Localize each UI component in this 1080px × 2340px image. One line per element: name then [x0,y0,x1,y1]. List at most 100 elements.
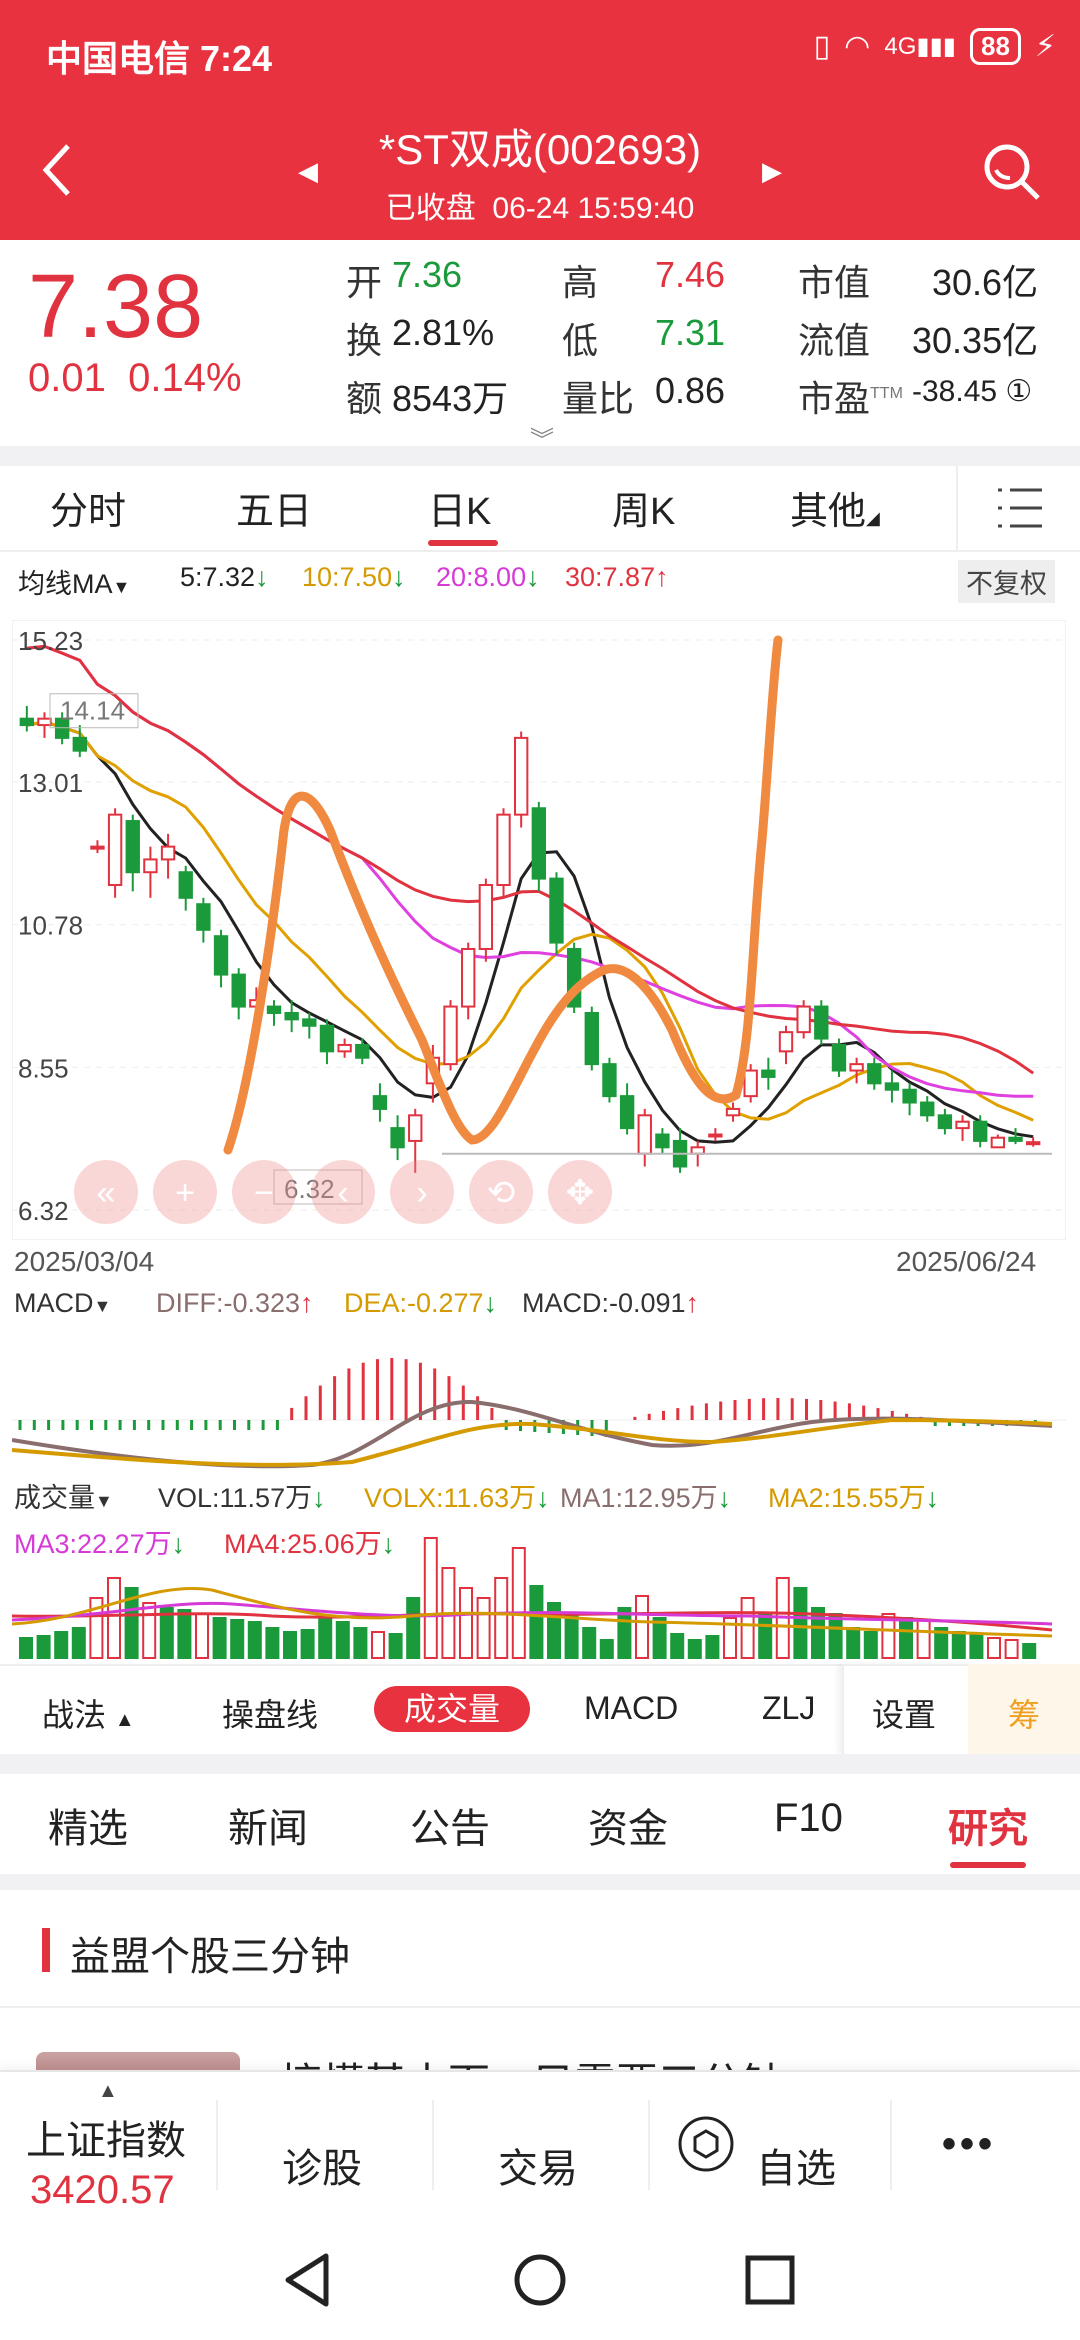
volume-bar [19,1637,33,1659]
float-value: 30.35亿 [912,320,1039,361]
index-value[interactable]: 3420.57 [30,2168,175,2213]
more-icon[interactable]: ••• [942,2122,996,2167]
divider [216,2100,218,2190]
candle [390,1127,405,1149]
ma30-value: 30:7.87↑ [565,562,669,592]
market-status: 已收盘 06-24 15:59:40 [385,192,695,225]
zoom-out-icon[interactable]: − [232,1160,296,1224]
nav-watchlist[interactable]: 自选 [756,2136,836,2194]
info-icon[interactable]: ① [997,375,1032,408]
zoom-in-icon[interactable]: + [153,1160,217,1224]
macd-diff-line [12,1399,1053,1469]
tab-announcements[interactable]: 公告 [410,1796,490,1854]
candle [531,807,547,880]
ma20-value: 20:8.00↓ [436,562,540,592]
ma10-value: 10:7.50↓ [302,562,406,592]
tab-research[interactable]: 研究 [948,1796,1028,1854]
candle [831,1043,847,1072]
tab-zhanfa[interactable]: 战法 ▲ [42,1690,135,1736]
double-left-icon[interactable]: « [74,1160,138,1224]
chip-distribution-label[interactable]: 筹 [1008,1690,1040,1736]
tab-macd[interactable]: MACD [584,1690,678,1727]
nav-diagnose[interactable]: 诊股 [282,2136,362,2194]
signal-icon: 4G▮▮▮ [884,33,956,60]
tab-news[interactable]: 新闻 [228,1796,308,1854]
watchlist-icon[interactable] [676,2114,736,2174]
candle [478,884,494,950]
next-stock-icon[interactable]: ▶ [762,156,782,187]
macd-diff: DIFF:-0.323↑ [156,1288,314,1318]
indicator-settings-label[interactable]: 设置 [872,1690,936,1736]
candlestick-chart[interactable]: 15.2313.0110.788.556.3214.146.32« + − ‹ › ⟲ ✥ [12,620,1066,1240]
volume-bar [459,1587,473,1659]
tab-five-day[interactable]: 五日 [236,480,312,535]
volume-bar [335,1621,350,1659]
candle [178,871,193,899]
index-name[interactable]: 上证指数 [26,2108,186,2166]
volume-bar [617,1607,632,1659]
price-change: 0.01 0.14% [28,356,242,400]
open-label: 开 [346,262,383,303]
volume-bar [951,1631,966,1659]
volume-bar [247,1621,262,1659]
vibrate-icon: ▯ [813,30,831,63]
volume-bar [107,1577,121,1659]
ma-selector[interactable]: 均线MA▼ [18,562,130,601]
system-recents-icon[interactable] [744,2254,796,2306]
macd-selector[interactable]: MACD▼ [14,1288,111,1319]
volume-bar [1004,1639,1019,1659]
tab-funds[interactable]: 资金 [588,1796,668,1854]
tab-weekly-k[interactable]: 周K [612,480,675,535]
candle [990,1136,1006,1149]
section-title: 益盟个股三分钟 [70,1935,350,1979]
left-icon-glyph: ‹ [337,1174,348,1212]
candle [725,1107,741,1117]
status-carrier-time: 中国电信 7:24 [46,38,273,79]
candle [107,813,123,887]
candle [973,1120,988,1142]
tab-other[interactable]: 其他◢ [790,480,880,535]
system-back-icon[interactable] [282,2252,332,2308]
list-settings-icon[interactable] [956,466,1080,550]
rotate-icon[interactable]: ⟲ [469,1160,533,1224]
volume-bar [177,1609,192,1659]
search-icon[interactable] [980,140,1044,204]
volume-selector[interactable]: 成交量▼ [14,1476,113,1515]
tab-daily-k[interactable]: 日K [428,480,491,535]
tab-zlj[interactable]: ZLJ [762,1690,815,1727]
tab-intraday[interactable]: 分时 [50,480,126,535]
macd-dea: DEA:-0.277↓ [344,1288,498,1318]
volume-bar [318,1617,333,1659]
date-end: 2025/06/24 [896,1246,1037,1277]
candle [761,1069,776,1078]
candle [902,1088,917,1104]
system-home-icon[interactable] [512,2252,568,2308]
active-tab-indicator [950,1862,1026,1868]
y-tick-label: 13.01 [18,768,83,798]
volume-bar [476,1597,491,1659]
candle [443,1005,458,1066]
nav-trade[interactable]: 交易 [498,2136,578,2194]
low-label: 低 [562,320,599,361]
pe-value: -38.45 ① [912,375,1033,408]
y-tick-label: 10.78 [18,911,83,941]
volume-bar [547,1602,561,1659]
move-icon[interactable]: ✥ [548,1160,612,1224]
candle [849,1063,864,1072]
tab-volume[interactable]: 成交量 [374,1686,530,1732]
volume-bar [212,1617,227,1659]
volume-bar [388,1633,403,1659]
volume-bar [670,1633,685,1659]
candle [584,1011,599,1066]
right-icon[interactable]: › [390,1160,454,1224]
tab-featured[interactable]: 精选 [48,1796,128,1854]
tab-caopan[interactable]: 操盘线 [222,1690,318,1736]
volume-bar [740,1597,755,1659]
candle [302,1018,317,1027]
volume-bar [687,1639,702,1659]
left-icon[interactable]: ‹ [311,1160,375,1224]
candle [160,845,176,861]
tab-f10[interactable]: F10 [774,1796,843,1841]
back-icon[interactable] [38,140,78,200]
adjust-button[interactable]: 不复权 [958,560,1055,603]
